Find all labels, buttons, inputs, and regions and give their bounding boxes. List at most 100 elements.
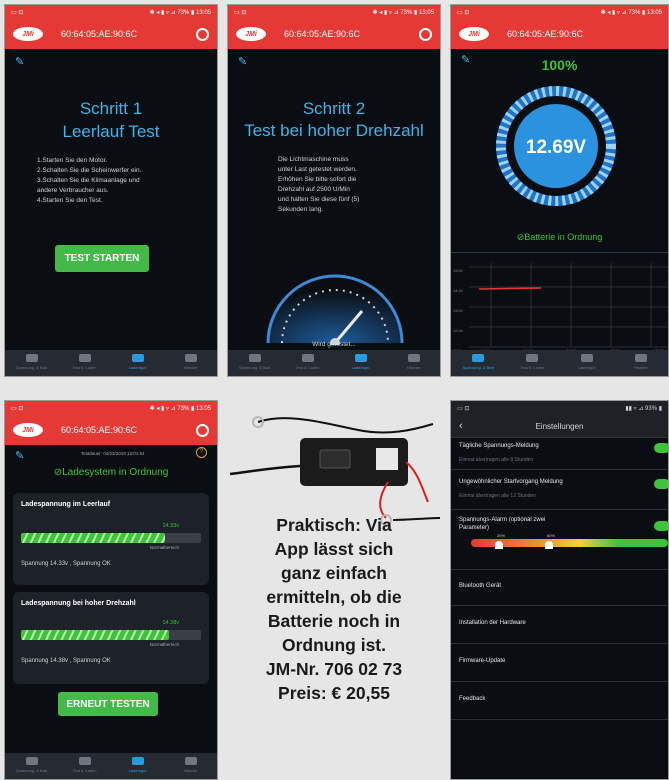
voltage-bar-fill: [21, 630, 169, 640]
nav-label: Test d. Laden: [72, 768, 97, 773]
history-icon: [184, 354, 197, 362]
device-mac: 60:64:05:AE:90:6C: [507, 29, 584, 39]
idle-voltage-card: Ladespannung im Leerlauf 14.33v Normalbe…: [13, 493, 209, 585]
nav-tab-battery[interactable]: Spannung. & Batt: [451, 354, 505, 370]
bottom-nav: Spannung. & Batt Test d. Laden Laderegel…: [5, 350, 217, 376]
nav-tab-history[interactable]: Historie: [164, 354, 217, 370]
phone-screen-results: ▭ ⊡ ✱ ◂ ▮ ▿ ⊿ 73% ▮ 13:05 JMi 60:64:05:AE…: [4, 400, 218, 780]
instructions: Die Lichtmaschine muss unter Last getest…: [278, 155, 420, 215]
y-tick: 13.0v: [453, 308, 463, 313]
slider-handle-low[interactable]: [495, 541, 503, 549]
instruction-line: Sekunden lang.: [278, 206, 324, 213]
help-icon[interactable]: ?: [196, 447, 207, 458]
settings-row-installation[interactable]: Installation der Hardware: [451, 605, 668, 644]
toggle-switch[interactable]: [654, 521, 668, 531]
instruction-line: Drehzahl auf 2500 U/Min: [278, 186, 350, 193]
row-title: Tägliche Spannungs-Meldung: [459, 443, 539, 449]
settings-row-voltage-alarm[interactable]: Spannungs-Alarm (optional zwei Parameter…: [451, 509, 668, 570]
y-axis-ticks: 15.0v 14.0v 13.0v 12.0v 11.0v: [453, 261, 463, 361]
nav-tab-charge-test[interactable]: Test d. Laden: [505, 354, 559, 370]
y-tick: 15.0v: [453, 268, 463, 273]
toggle-switch[interactable]: [654, 479, 668, 489]
voltage-bar: [21, 533, 201, 543]
edit-icon[interactable]: ✎: [15, 55, 24, 68]
nav-tab-history[interactable]: Historie: [387, 354, 440, 370]
battery-icon: [248, 354, 261, 362]
settings-row-bluetooth[interactable]: Bluetooth Gerät: [451, 569, 668, 606]
nav-label: Spannung. & Batt: [15, 768, 48, 773]
step-subtitle: Leerlauf Test: [62, 122, 160, 141]
settings-icon[interactable]: [196, 27, 209, 41]
status-right: ✱ ◂ ▮ ▿ ⊿ 73% ▮ 13:05: [149, 405, 211, 412]
nav-tab-battery[interactable]: Spannung. & Batt: [228, 354, 281, 370]
edit-icon[interactable]: ✎: [15, 449, 24, 462]
nav-tab-charge-test[interactable]: Test d. Laden: [58, 757, 111, 773]
caption-line: App lässt sich: [274, 539, 394, 559]
toggle-switch[interactable]: [654, 443, 668, 453]
nav-tab-history[interactable]: Historie: [164, 757, 217, 773]
caption-line: Praktisch: Via: [276, 515, 392, 535]
settings-row-daily-voltage[interactable]: Tägliche Spannungs-Meldung Einmal übertr…: [451, 437, 668, 470]
row-subtitle: Einmal übertragen alle 12 Stunden: [459, 493, 536, 499]
engine-icon: [78, 757, 91, 765]
engine-icon: [78, 354, 91, 362]
voltage-summary: Spannung 14.33v , Spannung OK: [21, 561, 111, 567]
instructions: 1.Starten Sie den Motor. 2.Schalten Sie …: [37, 156, 207, 206]
retest-button[interactable]: ERNEUT TESTEN: [58, 692, 158, 716]
nav-tab-history[interactable]: Historie: [614, 354, 668, 370]
status-right: ✱ ◂ ▮ ▿ ⊿ 73% ▮ 13:05: [149, 9, 211, 16]
test-start-button[interactable]: TEST STARTEN: [55, 245, 149, 272]
settings-row-feedback[interactable]: Feedback: [451, 681, 668, 720]
settings-icon[interactable]: [419, 27, 432, 41]
settings-icon[interactable]: [196, 423, 209, 437]
nav-tab-charge-test[interactable]: Test d. Laden: [58, 354, 111, 370]
nav-label: Laderegel: [351, 365, 370, 370]
check-icon: ⊘: [53, 467, 63, 478]
charging-status-text: Ladesystem in Ordnung: [62, 467, 169, 478]
settings-title: Einstellungen: [535, 421, 584, 431]
nav-tab-regulator[interactable]: Laderegel: [111, 354, 164, 370]
battery-icon: [25, 757, 38, 765]
rpm-gauge: [266, 274, 404, 345]
nav-tab-charge-test[interactable]: Test d. Laden: [281, 354, 334, 370]
bottom-nav: Spannung. & Batt Test d. Laden Laderegel…: [451, 350, 668, 376]
y-tick: 12.0v: [453, 328, 463, 333]
status-bar: ▭ ⊡ ✱ ◂ ▮ ▿ ⊿ 73% ▮ 13:05: [451, 5, 668, 19]
nav-tab-regulator[interactable]: Laderegel: [560, 354, 614, 370]
high-rpm-voltage-card: Ladespannung bei hoher Drehzahl 14.38v N…: [13, 592, 209, 684]
caption-line: Ordnung ist.: [281, 635, 387, 655]
instruction-line: und halten Sie diese fünf (5): [278, 196, 360, 203]
history-icon: [184, 757, 197, 765]
back-icon[interactable]: ‹: [459, 420, 463, 432]
nav-label: Laderegel: [128, 768, 147, 773]
nav-label: Historie: [634, 365, 648, 370]
voltage-history-chart: [469, 263, 668, 348]
nav-tab-battery[interactable]: Spannung. & Batt: [5, 757, 58, 773]
battery-icon: [25, 354, 38, 362]
nav-tab-battery[interactable]: Spannung. & Batt: [5, 354, 58, 370]
edit-icon[interactable]: ✎: [238, 55, 247, 68]
brand-logo: JMi: [236, 27, 266, 41]
status-bar: ▭ ⊡ ✱ ◂ ▮ ▿ ⊿ 73% ▮ 13:05: [5, 401, 217, 415]
instruction-line: 4.Starten Sie den Test.: [37, 197, 103, 204]
settings-row-firmware[interactable]: Firmware-Update: [451, 643, 668, 682]
app-bar: JMi 60:64:05:AE:90:6C: [5, 415, 217, 445]
history-icon: [634, 354, 647, 362]
phone-screen-battery: ▭ ⊡ ✱ ◂ ▮ ▿ ⊿ 73% ▮ 13:05 JMi 60:64:05:AE…: [450, 4, 669, 377]
nav-tab-regulator[interactable]: Laderegel: [111, 757, 164, 773]
brand-logo: JMi: [13, 27, 43, 41]
settings-row-start-warning[interactable]: Ungewöhnlicher Startvorgang Meldung Einm…: [451, 469, 668, 510]
nav-label: Spannung. & Batt: [462, 365, 494, 370]
battery-icon: [472, 354, 485, 362]
nav-label: Spannung. & Batt: [15, 365, 48, 370]
voltage-line: [478, 287, 542, 290]
nav-tab-regulator[interactable]: Laderegel: [334, 354, 387, 370]
step-title: Schritt 1: [79, 99, 143, 118]
product-caption: Praktisch: Via App lässt sich ganz einfa…: [228, 513, 440, 705]
normal-range-label: Normalbereich: [149, 642, 179, 647]
nav-label: Historie: [183, 768, 198, 773]
step-subtitle: Test bei hoher Drehzahl: [244, 121, 424, 140]
device-mac: 60:64:05:AE:90:6C: [284, 29, 361, 39]
caption-line: JM-Nr. 706 02 73: [265, 659, 403, 679]
slider-handle-high[interactable]: [545, 541, 553, 549]
